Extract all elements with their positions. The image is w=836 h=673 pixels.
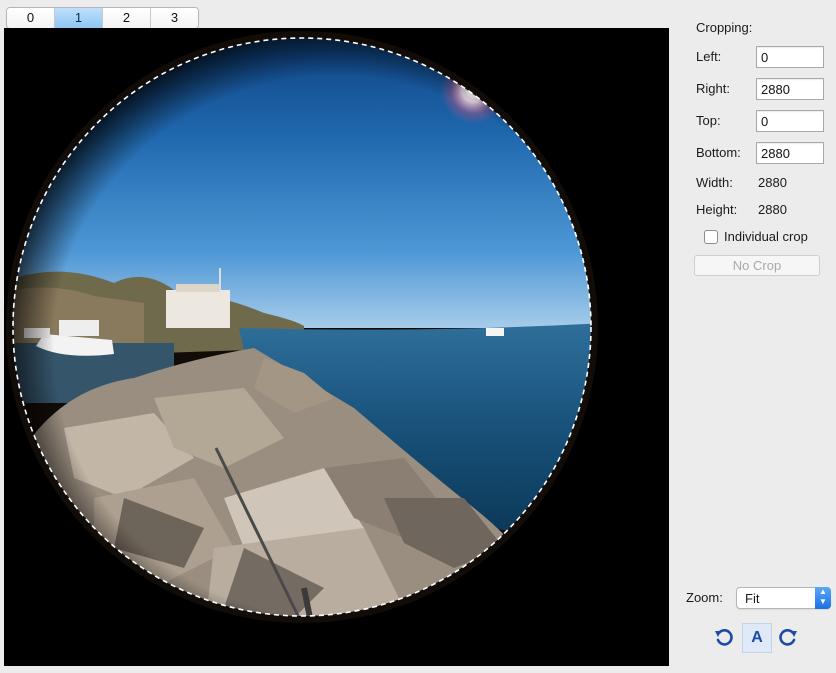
rotate-ccw-icon (715, 629, 733, 646)
zoom-select[interactable]: Fit ▲ ▼ (736, 587, 831, 609)
crop-panel: Cropping: Left: Right: Top: Bottom: Widt… (686, 0, 832, 673)
image-preview[interactable] (4, 28, 669, 666)
top-row: Top: (696, 110, 824, 132)
right-label: Right: (696, 81, 730, 96)
tab-1[interactable]: 1 (55, 8, 103, 28)
height-label: Height: (696, 202, 738, 217)
individual-crop-label: Individual crop (724, 229, 808, 244)
rotate-cw-icon (779, 629, 797, 646)
zoom-label: Zoom: (686, 590, 723, 605)
right-row: Right: (696, 78, 824, 100)
width-value: 2880 (758, 175, 787, 190)
left-label: Left: (696, 49, 722, 64)
tab-3[interactable]: 3 (151, 8, 198, 28)
left-field[interactable] (756, 46, 824, 68)
height-value: 2880 (758, 202, 787, 217)
tab-0[interactable]: 0 (7, 8, 55, 28)
rotate-left-button[interactable] (710, 623, 738, 651)
cropping-heading: Cropping: (696, 20, 753, 35)
top-field[interactable] (756, 110, 824, 132)
bottom-label: Bottom: (696, 145, 741, 160)
image-tabs: 0 1 2 3 (6, 7, 199, 29)
zoom-value: Fit (745, 591, 760, 606)
individual-crop-option[interactable]: Individual crop (704, 229, 808, 244)
bottom-row: Bottom: (696, 142, 824, 164)
auto-straighten-button[interactable]: A (742, 623, 772, 653)
no-crop-button[interactable]: No Crop (694, 255, 820, 276)
tab-2[interactable]: 2 (103, 8, 151, 28)
individual-crop-checkbox[interactable] (704, 229, 718, 244)
right-field[interactable] (756, 78, 824, 100)
left-row: Left: (696, 46, 824, 68)
width-row: Width: 2880 (696, 172, 822, 194)
fisheye-image (4, 28, 669, 666)
rotate-right-button[interactable] (774, 623, 802, 651)
chevron-updown-icon: ▲ ▼ (815, 587, 831, 609)
top-label: Top: (696, 113, 721, 128)
width-label: Width: (696, 175, 733, 190)
height-row: Height: 2880 (696, 199, 822, 221)
bottom-field[interactable] (756, 142, 824, 164)
